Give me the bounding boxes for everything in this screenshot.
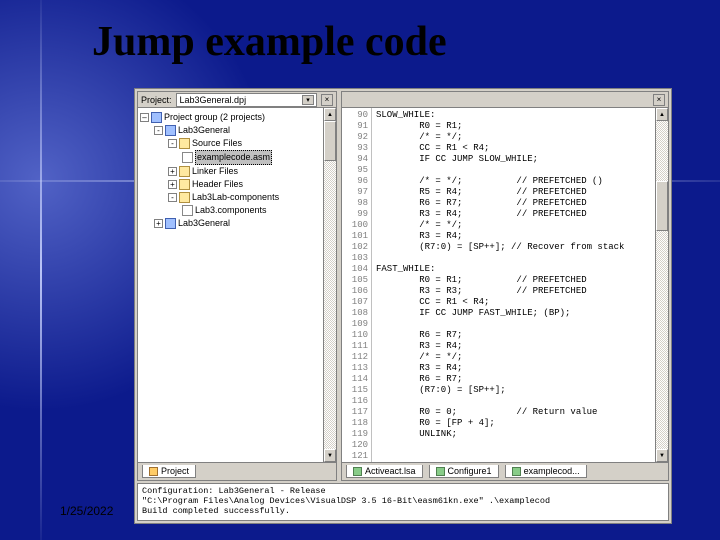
scroll-up-icon[interactable]: ▲ (324, 108, 336, 121)
output-line: "C:\Program Files\Analog Devices\VisualD… (142, 496, 664, 506)
slide-title: Jump example code (92, 18, 447, 66)
file-icon (512, 467, 521, 476)
scroll-down-icon[interactable]: ▼ (656, 449, 668, 462)
scroll-thumb[interactable] (324, 121, 336, 161)
project-tab[interactable]: Project (142, 465, 196, 478)
project-dropdown-value: Lab3General.dpj (180, 95, 247, 105)
project-pane: Project: Lab3General.dpj × – Project gro… (137, 91, 337, 481)
close-icon[interactable]: × (321, 94, 333, 106)
editor-tabs: Activeact.lsa Configure1 examplecod... (342, 462, 668, 480)
tree-item[interactable]: - Lab3Lab-components (140, 191, 321, 204)
code-pane: × 90 91 92 93 94 95 96 97 98 99 100 101 … (341, 91, 669, 481)
tree-item[interactable]: Lab3.components (140, 204, 321, 217)
output-pane: Configuration: Lab3General - Release "C:… (137, 483, 669, 521)
tree-item[interactable]: - Lab3General (140, 124, 321, 137)
close-icon[interactable]: × (653, 94, 665, 106)
tree-item[interactable]: + Lab3General (140, 217, 321, 230)
editor-tab[interactable]: Configure1 (429, 465, 499, 478)
tree-root[interactable]: – Project group (2 projects) (140, 111, 321, 124)
code-editor[interactable]: SLOW_WHILE: R0 = R1; /* = */; CC = R1 < … (372, 108, 655, 462)
tree-item[interactable]: + Header Files (140, 178, 321, 191)
project-tab-icon (149, 467, 158, 476)
editor-tab[interactable]: examplecod... (505, 465, 587, 478)
project-tree[interactable]: – Project group (2 projects) - Lab3Gener… (138, 108, 323, 462)
scroll-up-icon[interactable]: ▲ (656, 108, 668, 121)
output-line: Build completed successfully. (142, 506, 664, 516)
line-gutter: 90 91 92 93 94 95 96 97 98 99 100 101 10… (342, 108, 372, 462)
project-dropdown[interactable]: Lab3General.dpj (176, 93, 317, 107)
tree-item[interactable]: - Source Files (140, 137, 321, 150)
tree-item-selected[interactable]: examplecode.asm (140, 150, 321, 165)
project-scrollbar[interactable]: ▲ ▼ (323, 108, 336, 462)
tree-item[interactable]: + Linker Files (140, 165, 321, 178)
ide-window: Project: Lab3General.dpj × – Project gro… (134, 88, 672, 524)
code-scrollbar[interactable]: ▲ ▼ (655, 108, 668, 462)
editor-tab[interactable]: Activeact.lsa (346, 465, 423, 478)
scroll-thumb[interactable] (656, 181, 668, 231)
output-line: Configuration: Lab3General - Release (142, 486, 664, 496)
project-pane-header: Project: Lab3General.dpj × (138, 92, 336, 108)
slide-date: 1/25/2022 (60, 504, 113, 518)
project-header-label: Project: (141, 95, 172, 105)
file-icon (353, 467, 362, 476)
code-pane-header: × (342, 92, 668, 108)
scroll-down-icon[interactable]: ▼ (324, 449, 336, 462)
file-icon (436, 467, 445, 476)
project-tabs: Project (138, 462, 336, 480)
